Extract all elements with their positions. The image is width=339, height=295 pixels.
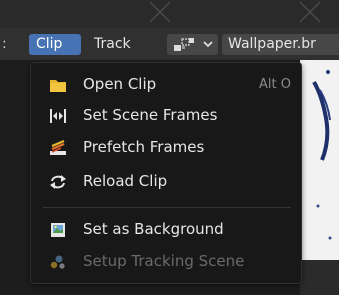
menu-item-set-as-background[interactable]: Set as Background [35, 215, 297, 245]
canvas-footer [300, 260, 339, 295]
clip-filename-field[interactable]: Wallpaper.br [222, 34, 339, 55]
tracking-mode-icon [174, 38, 194, 51]
clip-dropdown-menu: Open Clip Alt O Set Scene Frames Prefetc… [30, 62, 302, 284]
menu-item-open-clip[interactable]: Open Clip Alt O [35, 70, 297, 100]
image-background-icon [51, 223, 65, 237]
menu-item-prefetch-frames[interactable]: Prefetch Frames [35, 133, 297, 163]
menu-item-label: Set Scene Frames [83, 106, 218, 124]
clip-image-preview [312, 70, 332, 240]
menu-separator [43, 207, 291, 208]
menu-clip[interactable]: Clip [29, 34, 81, 55]
menu-item-reload-clip[interactable]: Reload Clip [35, 167, 297, 197]
chevron-down-icon [203, 41, 213, 48]
editor-header: : Clip Track Wallpaper.br [0, 28, 339, 60]
mode-dropdown[interactable] [167, 34, 218, 55]
prefetch-icon [50, 140, 66, 155]
menu-item-label: Setup Tracking Scene [83, 252, 245, 270]
menu-track[interactable]: Track [94, 34, 149, 55]
menu-item-shortcut: Alt O [259, 77, 291, 92]
menu-item-label: Open Clip [83, 75, 157, 93]
menu-item-set-scene-frames[interactable]: Set Scene Frames [35, 101, 297, 131]
scene-frames-icon [50, 109, 66, 123]
area-top-strip [0, 0, 339, 28]
folder-icon [50, 80, 66, 92]
header-prev-menu[interactable]: : [2, 34, 16, 55]
tracking-scene-icon [50, 255, 65, 269]
menu-item-label: Prefetch Frames [83, 138, 205, 156]
reload-icon [50, 175, 66, 189]
area-corner-marks [149, 1, 321, 23]
menu-item-label: Reload Clip [83, 172, 168, 190]
menu-item-setup-tracking-scene: Setup Tracking Scene [35, 247, 297, 277]
clip-canvas [300, 60, 339, 260]
menu-item-label: Set as Background [83, 220, 224, 238]
